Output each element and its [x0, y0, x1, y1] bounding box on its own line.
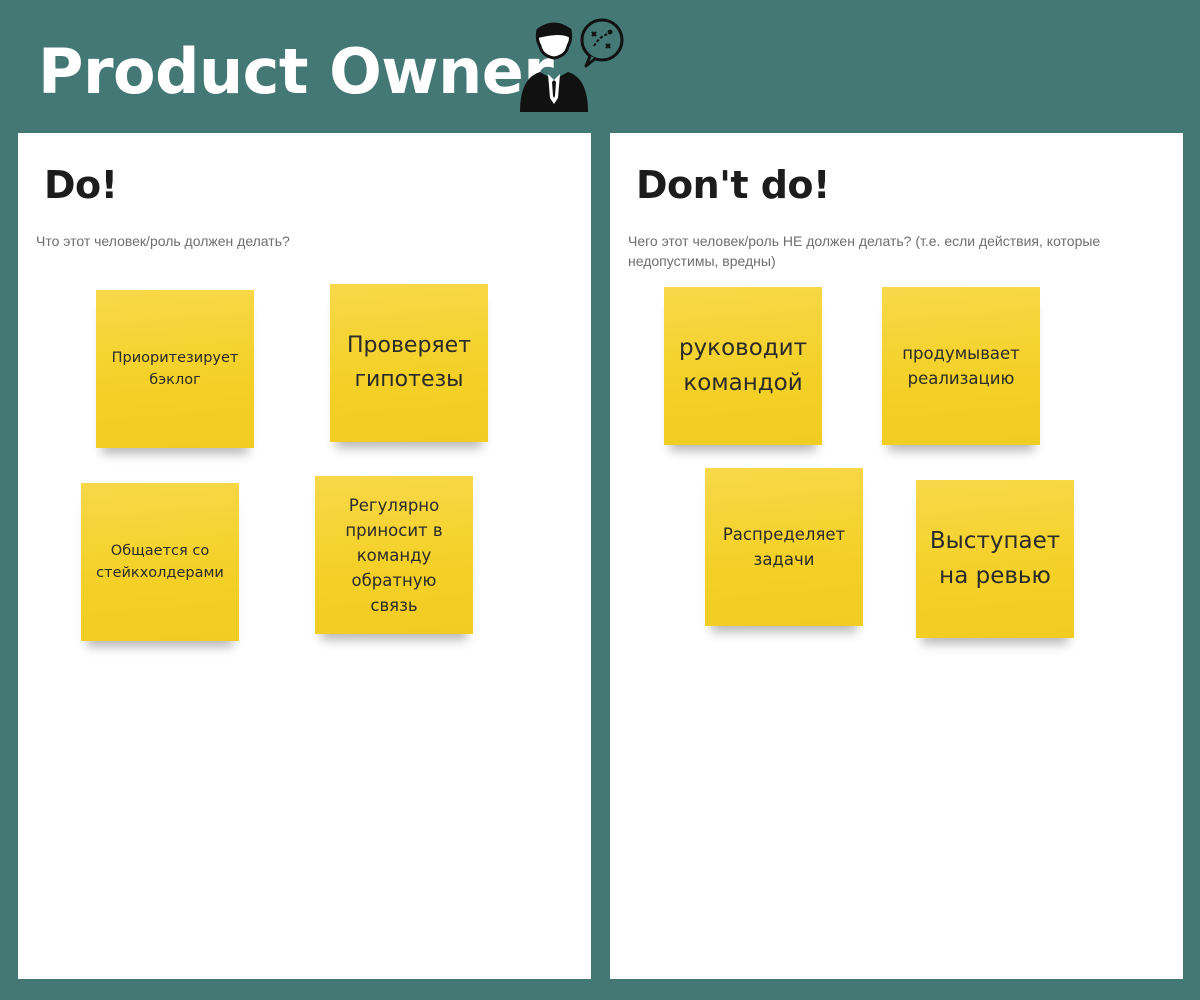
sticky-note[interactable]: Общается со стейкхолдерами — [81, 483, 239, 641]
dont-heading: Don't do! — [636, 163, 830, 207]
sticky-note[interactable]: Приоритезирует бэклог — [96, 290, 254, 448]
do-panel: Do! Что этот человек/роль должен делать?… — [18, 133, 591, 979]
sticky-note[interactable]: руководит командой — [664, 287, 822, 445]
sticky-note-text: Приоритезирует бэклог — [111, 350, 239, 388]
do-heading: Do! — [44, 163, 118, 207]
sticky-note[interactable]: Проверяет гипотезы — [330, 284, 488, 442]
sticky-note-text: Регулярно приносит в команду обратную св… — [345, 495, 443, 615]
sticky-note[interactable]: Выступает на ревью — [916, 480, 1074, 638]
businessman-strategy-icon — [520, 18, 624, 112]
sticky-note[interactable]: Распределяет задачи — [705, 468, 863, 626]
dont-panel: Don't do! Чего этот человек/роль НЕ долж… — [610, 133, 1183, 979]
sticky-note-text: Распределяет задачи — [722, 525, 846, 569]
sticky-note-text: продумывает реализацию — [902, 344, 1020, 388]
dont-description: Чего этот человек/роль НЕ должен делать?… — [628, 233, 1101, 269]
sticky-note[interactable]: Регулярно приносит в команду обратную св… — [315, 476, 473, 634]
sticky-note-text: руководит командой — [678, 335, 808, 396]
board-title: Product Owner — [38, 35, 554, 108]
sticky-note-text: Общается со стейкхолдерами — [96, 543, 224, 581]
sticky-note[interactable]: продумывает реализацию — [882, 287, 1040, 445]
do-description: Что этот человек/роль должен делать? — [36, 233, 290, 249]
sticky-note-text: Проверяет гипотезы — [346, 333, 472, 392]
sticky-note-text: Выступает на ревью — [929, 528, 1061, 589]
